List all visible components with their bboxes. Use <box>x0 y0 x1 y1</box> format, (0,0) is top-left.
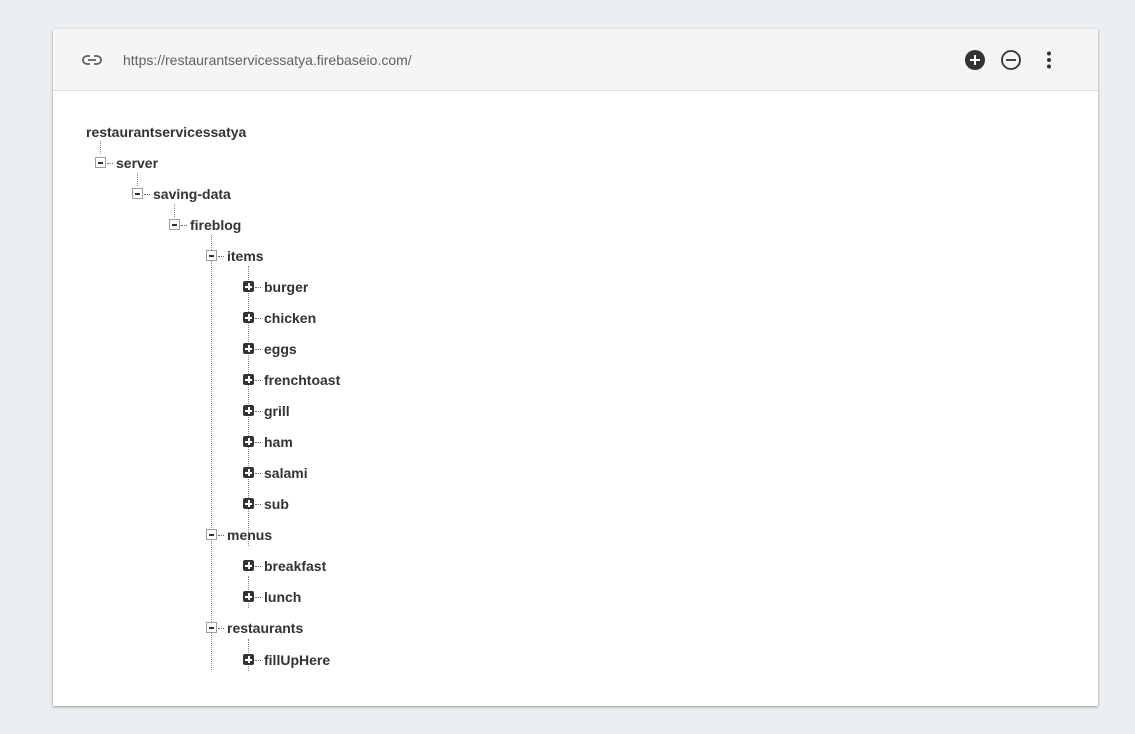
tree-guide-line <box>174 204 175 217</box>
database-header: https://restaurantservicessatya.firebase… <box>53 29 1098 91</box>
node-label[interactable]: eggs <box>264 340 297 358</box>
node-label[interactable]: saving-data <box>153 185 231 203</box>
remove-node-button[interactable] <box>997 46 1025 74</box>
expand-toggle-icon[interactable] <box>243 374 254 385</box>
expand-toggle-icon[interactable] <box>243 560 254 571</box>
remove-circle-icon <box>1001 50 1021 70</box>
node-label[interactable]: lunch <box>264 588 301 606</box>
node-label[interactable]: menus <box>227 526 272 544</box>
node-label[interactable]: breakfast <box>264 557 326 575</box>
node-label[interactable]: salami <box>264 464 308 482</box>
more-options-button[interactable] <box>1035 46 1063 74</box>
expand-toggle-icon[interactable] <box>243 312 254 323</box>
expand-toggle-icon[interactable] <box>243 343 254 354</box>
node-label[interactable]: burger <box>264 278 308 296</box>
database-url[interactable]: https://restaurantservicessatya.firebase… <box>123 50 412 70</box>
collapse-toggle-icon[interactable] <box>95 157 106 168</box>
collapse-toggle-icon[interactable] <box>132 188 143 199</box>
node-label[interactable]: items <box>227 247 264 265</box>
expand-toggle-icon[interactable] <box>243 436 254 447</box>
expand-toggle-icon[interactable] <box>243 281 254 292</box>
expand-toggle-icon[interactable] <box>243 405 254 416</box>
node-label[interactable]: frenchtoast <box>264 371 340 389</box>
database-card: https://restaurantservicessatya.firebase… <box>53 29 1098 706</box>
node-label[interactable]: chicken <box>264 309 316 327</box>
tree-guide-line <box>100 141 101 154</box>
link-icon <box>81 50 103 70</box>
node-label[interactable]: server <box>116 154 158 172</box>
node-label[interactable]: grill <box>264 402 290 420</box>
add-circle-icon <box>965 50 985 70</box>
node-label[interactable]: restaurants <box>227 619 303 637</box>
expand-toggle-icon[interactable] <box>243 591 254 602</box>
node-label[interactable]: fillUpHere <box>264 651 330 669</box>
add-child-button[interactable] <box>961 46 989 74</box>
tree-guide-line <box>137 173 138 186</box>
expand-toggle-icon[interactable] <box>243 654 254 665</box>
collapse-toggle-icon[interactable] <box>169 219 180 230</box>
more-vert-icon <box>1047 51 1051 69</box>
node-label[interactable]: sub <box>264 495 289 513</box>
node-label[interactable]: fireblog <box>190 216 241 234</box>
node-label[interactable]: ham <box>264 433 293 451</box>
expand-toggle-icon[interactable] <box>243 498 254 509</box>
collapse-toggle-icon[interactable] <box>206 250 217 261</box>
collapse-toggle-icon[interactable] <box>206 529 217 540</box>
expand-toggle-icon[interactable] <box>243 467 254 478</box>
tree-guide-line <box>211 235 212 670</box>
data-tree: restaurantservicessatya server saving-da… <box>53 91 1098 706</box>
tree-root-label[interactable]: restaurantservicessatya <box>86 122 246 142</box>
collapse-toggle-icon[interactable] <box>206 622 217 633</box>
